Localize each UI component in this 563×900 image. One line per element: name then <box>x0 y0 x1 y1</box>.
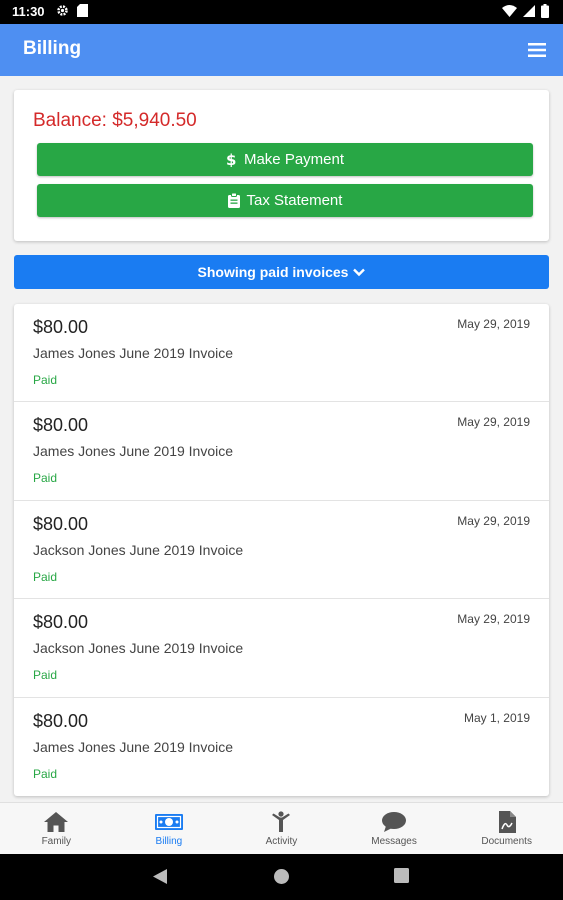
balance-card: Balance: $5,940.50 $ Make Payment Tax St… <box>14 90 549 241</box>
settings-icon <box>57 5 68 16</box>
invoice-status: Paid <box>33 668 58 683</box>
invoice-date: May 29, 2019 <box>457 612 530 627</box>
invoice-description: James Jones June 2019 Invoice <box>33 345 234 361</box>
document-icon <box>498 811 516 833</box>
nav-item-activity[interactable]: Activity <box>225 803 338 854</box>
app-bar: Billing <box>0 24 563 76</box>
nav-label-activity: Activity <box>265 836 298 847</box>
invoice-amount: $80.00 <box>33 513 89 534</box>
dollar-icon: $ <box>226 152 236 167</box>
invoice-description: Jackson Jones June 2019 Invoice <box>33 640 244 657</box>
invoice-amount: $80.00 <box>33 415 89 436</box>
invoice-date: May 29, 2019 <box>457 513 530 528</box>
wifi-icon <box>502 5 517 17</box>
invoice-description: Jackson Jones June 2019 Invoice <box>33 541 244 558</box>
page-title: Billing <box>23 38 82 59</box>
invoice-amount: $80.00 <box>33 317 89 337</box>
home-icon <box>44 812 69 832</box>
invoice-date: May 29, 2019 <box>457 317 530 331</box>
nav-item-messages[interactable]: Messages <box>338 803 451 854</box>
tax-statement-label: Tax Statement <box>246 192 343 209</box>
invoice-amount: $80.00 <box>33 612 89 633</box>
nav-item-documents[interactable]: Documents <box>450 803 563 854</box>
make-payment-button[interactable]: $ Make Payment <box>37 143 533 176</box>
invoice-filter-dropdown[interactable]: Showing paid invoices <box>14 255 549 289</box>
invoice-status: Paid <box>33 766 58 781</box>
hamburger-menu-icon[interactable] <box>527 40 547 60</box>
back-icon[interactable] <box>152 868 168 885</box>
invoice-amount: $80.00 <box>33 710 89 731</box>
invoice-date: May 29, 2019 <box>457 415 530 430</box>
nav-item-family[interactable]: Family <box>0 803 113 854</box>
invoice-status: Paid <box>33 373 58 387</box>
system-nav-bar <box>0 854 563 900</box>
clipboard-icon <box>227 193 240 208</box>
nav-label-family: Family <box>41 836 72 847</box>
tax-statement-button[interactable]: Tax Statement <box>37 184 533 217</box>
status-time: 11:30 <box>12 4 45 19</box>
filter-label: Showing paid invoices <box>197 264 349 280</box>
sd-card-icon <box>77 4 88 17</box>
battery-icon <box>541 4 549 18</box>
invoice-row[interactable]: $80.00 May 29, 2019 Jackson Jones June 2… <box>14 501 549 600</box>
chat-icon <box>382 812 407 832</box>
money-icon <box>154 814 183 830</box>
nav-label-messages: Messages <box>371 836 417 847</box>
invoice-row[interactable]: $80.00 May 29, 2019 Jackson Jones June 2… <box>14 599 549 698</box>
invoice-row[interactable]: $80.00 May 1, 2019 James Jones June 2019… <box>14 698 549 796</box>
invoice-status: Paid <box>33 471 58 486</box>
invoice-description: James Jones June 2019 Invoice <box>33 443 234 460</box>
person-activity-icon <box>272 811 291 832</box>
svg-text:$: $ <box>226 152 236 167</box>
make-payment-label: Make Payment <box>243 151 345 168</box>
balance-amount: Balance: $5,940.50 <box>33 110 197 131</box>
invoice-row[interactable]: $80.00 May 29, 2019 James Jones June 201… <box>14 304 549 403</box>
nav-label-billing: Billing <box>155 836 183 847</box>
chevron-down-icon <box>353 268 366 276</box>
nav-item-billing[interactable]: Billing <box>113 803 226 854</box>
nav-label-documents: Documents <box>481 836 532 847</box>
status-bar: 11:30 <box>0 0 563 24</box>
invoice-date: May 1, 2019 <box>463 710 530 725</box>
invoice-row[interactable]: $80.00 May 29, 2019 James Jones June 201… <box>14 402 549 501</box>
home-circle-icon[interactable] <box>273 868 290 885</box>
recents-icon[interactable] <box>394 868 409 883</box>
invoice-description: James Jones June 2019 Invoice <box>33 738 234 755</box>
invoice-list: $80.00 May 29, 2019 James Jones June 201… <box>14 304 549 796</box>
bottom-nav: Family Billing Activity Messages Documen… <box>0 802 563 854</box>
signal-icon <box>523 5 535 17</box>
invoice-status: Paid <box>33 569 58 584</box>
